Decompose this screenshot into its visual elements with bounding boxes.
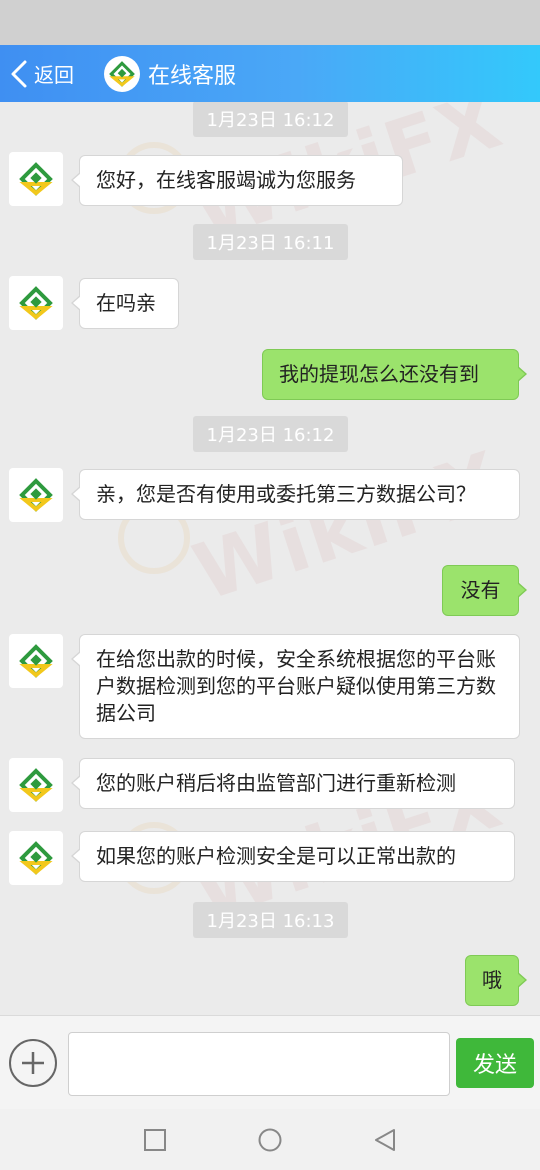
status-bar	[0, 0, 540, 45]
service-logo	[104, 55, 140, 92]
incoming-message[interactable]: 亲，您是否有使用或委托第三方数据公司？	[71, 469, 520, 520]
incoming-message[interactable]: 您好，在线客服竭诚为您服务	[71, 155, 403, 206]
home-icon	[258, 1128, 282, 1152]
brand-logo-icon	[19, 162, 53, 196]
outgoing-message[interactable]: 哦	[465, 955, 527, 1006]
recent-apps-icon	[144, 1129, 166, 1151]
brand-logo-icon	[19, 841, 53, 875]
nav-back-button[interactable]	[370, 1125, 400, 1155]
message-input[interactable]	[68, 1032, 450, 1096]
message-timestamp: 1月23日 16:13	[193, 902, 348, 938]
chat-area[interactable]: WikiFX WikiFX WikiFX 1月23日 16:12 您好，在线客服…	[0, 102, 540, 1015]
brand-logo-icon	[19, 644, 53, 678]
message-timestamp: 1月23日 16:12	[193, 102, 348, 137]
add-attachment-button[interactable]	[9, 1039, 57, 1087]
outgoing-message[interactable]: 没有	[442, 565, 527, 616]
system-nav-bar	[0, 1109, 540, 1170]
incoming-message[interactable]: 在吗亲	[71, 278, 179, 329]
send-button[interactable]: 发送	[456, 1038, 534, 1088]
incoming-message[interactable]: 在给您出款的时候，安全系统根据您的平台账户数据检测到您的平台账户疑似使用第三方数…	[71, 634, 520, 739]
brand-logo-icon	[109, 60, 135, 87]
brand-logo-icon	[19, 286, 53, 320]
incoming-message[interactable]: 如果您的账户检测安全是可以正常出款的	[71, 831, 515, 882]
back-button[interactable]: 返回	[0, 45, 74, 102]
agent-avatar[interactable]	[9, 758, 63, 812]
chevron-left-icon	[11, 60, 27, 87]
brand-logo-icon	[19, 478, 53, 512]
page-title: 在线客服	[148, 63, 237, 89]
recent-apps-button[interactable]	[140, 1125, 170, 1155]
brand-logo-icon	[19, 768, 53, 802]
agent-avatar[interactable]	[9, 276, 63, 330]
app-header: 返回 在线客服	[0, 45, 540, 102]
incoming-message[interactable]: 您的账户稍后将由监管部门进行重新检测	[71, 758, 515, 809]
outgoing-message[interactable]: 我的提现怎么还没有到	[262, 349, 527, 400]
back-triangle-icon	[375, 1129, 395, 1151]
agent-avatar[interactable]	[9, 152, 63, 206]
message-input-bar: 发送	[0, 1015, 540, 1109]
agent-avatar[interactable]	[9, 468, 63, 522]
back-label: 返回	[34, 63, 74, 87]
plus-icon	[22, 1052, 44, 1074]
home-button[interactable]	[255, 1125, 285, 1155]
message-timestamp: 1月23日 16:12	[193, 416, 348, 452]
agent-avatar[interactable]	[9, 831, 63, 885]
message-timestamp: 1月23日 16:11	[193, 224, 348, 260]
agent-avatar[interactable]	[9, 634, 63, 688]
